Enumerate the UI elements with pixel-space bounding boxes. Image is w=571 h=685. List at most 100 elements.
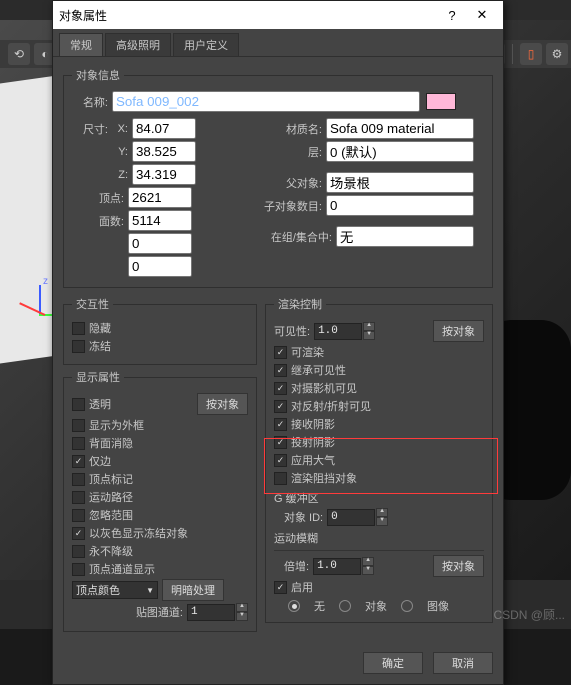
object-properties-dialog: 对象属性 ? ✕ 常规 高级照明 用户定义 对象信息 名称: 尺寸: X: [52,0,504,685]
mb-image-label: 图像 [427,598,449,614]
visible-refl-checkbox[interactable] [274,400,287,413]
close-button[interactable]: ✕ [467,4,497,26]
tool-icon[interactable]: ⚙ [546,43,568,65]
display-group: 显示属性 透明 按对象 显示为外框 背面消隐 仅边 顶点标记 运动路径 忽略范围… [63,369,257,632]
frozen-gray-checkbox[interactable] [72,527,85,540]
freeze-checkbox[interactable] [72,340,85,353]
mb-none-radio[interactable] [288,600,300,612]
render-by-object-button[interactable]: 按对象 [433,320,484,342]
material-field [326,118,474,139]
renderable-checkbox[interactable] [274,346,287,359]
ignore-extents-label: 忽略范围 [89,507,133,523]
object-info-group: 对象信息 名称: 尺寸: X: Y: Z: 顶点: [63,67,493,288]
visibility-spinner[interactable]: ▲▼ [314,322,375,340]
receive-shadows-label: 接收阴影 [291,416,335,432]
verts-label: 顶点: [72,190,124,206]
cancel-button[interactable]: 取消 [433,652,493,674]
visible-cam-label: 对摄影机可见 [291,380,357,396]
visibility-label: 可见性: [274,323,310,339]
mult-spinner[interactable]: ▲▼ [313,557,374,575]
tab-general[interactable]: 常规 [59,33,103,56]
children-label: 子对象数目: [260,198,322,214]
parent-label: 父对象: [260,175,322,191]
inherit-vis-checkbox[interactable] [274,364,287,377]
ignore-extents-checkbox[interactable] [72,509,85,522]
mb-image-radio[interactable] [401,600,413,612]
freeze-label: 冻结 [89,338,111,354]
children-field [326,195,474,216]
dim-y-field [132,141,196,162]
interactivity-legend: 交互性 [72,296,113,312]
render-control-legend: 渲染控制 [274,296,326,312]
enable-mb-label: 启用 [291,579,313,595]
hide-checkbox[interactable] [72,322,85,335]
dialog-title: 对象属性 [59,7,437,24]
never-degrade-label: 永不降级 [89,543,133,559]
edges-only-checkbox[interactable] [72,455,85,468]
mult-label: 倍增: [284,558,309,574]
enable-mb-checkbox[interactable] [274,581,287,594]
interactivity-group: 交互性 隐藏 冻结 [63,296,257,365]
tab-user-defined[interactable]: 用户定义 [173,33,239,56]
extra-field [128,233,192,254]
show-as-box-checkbox[interactable] [72,419,85,432]
layer-field [326,141,474,162]
edges-only-label: 仅边 [89,453,111,469]
vertex-channel-checkbox[interactable] [72,563,85,576]
mb-object-radio[interactable] [339,600,351,612]
map-channel-spinner[interactable]: ▲▼ [187,603,248,621]
mb-object-label: 对象 [365,598,387,614]
tab-bar: 常规 高级照明 用户定义 [53,29,503,57]
backface-cull-checkbox[interactable] [72,437,85,450]
never-degrade-checkbox[interactable] [72,545,85,558]
display-by-object-button[interactable]: 按对象 [197,393,248,415]
object-id-spinner[interactable]: ▲▼ [327,508,388,526]
inherit-vis-label: 继承可见性 [291,362,346,378]
map-channel-label: 贴图通道: [136,604,183,620]
cast-shadows-label: 投射阴影 [291,434,335,450]
vertex-color-combo[interactable]: 顶点颜色▼ [72,581,158,599]
watermark: CSDN @顾... [493,606,565,623]
z-label: Z: [112,169,128,181]
render-control-group: 渲染控制 可见性: ▲▼ 按对象 可渲染 继承可见性 对摄影机可见 对反射/折射… [265,296,493,623]
transparent-checkbox[interactable] [72,398,85,411]
motion-path-label: 运动路径 [89,489,133,505]
motion-path-checkbox[interactable] [72,491,85,504]
tool-icon[interactable]: ⟲ [8,43,30,65]
hide-label: 隐藏 [89,320,111,336]
name-label: 名称: [72,94,108,110]
backface-cull-label: 背面消隐 [89,435,133,451]
frozen-gray-label: 以灰色显示冻结对象 [89,525,188,541]
mb-by-object-button[interactable]: 按对象 [433,555,484,577]
parent-field [326,172,474,193]
transparent-label: 透明 [89,396,111,412]
motion-blur-legend: 运动模糊 [274,530,484,546]
object-info-legend: 对象信息 [72,67,124,83]
render-occluded-label: 渲染阻挡对象 [291,470,357,486]
apply-atm-checkbox[interactable] [274,454,287,467]
dim-z-field [132,164,196,185]
visible-refl-label: 对反射/折射可见 [291,398,371,414]
receive-shadows-checkbox[interactable] [274,418,287,431]
cast-shadows-checkbox[interactable] [274,436,287,449]
titlebar: 对象属性 ? ✕ [53,1,503,29]
group-label: 在组/集合中: [260,229,332,245]
ok-button[interactable]: 确定 [363,652,423,674]
name-field[interactable] [112,91,420,112]
tool-icon[interactable]: ▯ [520,43,542,65]
vertex-ticks-label: 顶点标记 [89,471,133,487]
apply-atm-label: 应用大气 [291,452,335,468]
vertex-channel-label: 顶点通道显示 [89,561,155,577]
object-color-swatch[interactable] [426,93,456,110]
tab-adv-lighting[interactable]: 高级照明 [105,33,171,56]
shaded-button[interactable]: 明暗处理 [162,579,224,601]
visible-cam-checkbox[interactable] [274,382,287,395]
faces-label: 面数: [72,213,124,229]
gbuffer-legend: G 缓冲区 [274,490,484,506]
vertex-ticks-checkbox[interactable] [72,473,85,486]
render-occluded-checkbox[interactable] [274,472,287,485]
group-field [336,226,474,247]
help-button[interactable]: ? [437,4,467,26]
renderable-label: 可渲染 [291,344,324,360]
display-legend: 显示属性 [72,369,124,385]
